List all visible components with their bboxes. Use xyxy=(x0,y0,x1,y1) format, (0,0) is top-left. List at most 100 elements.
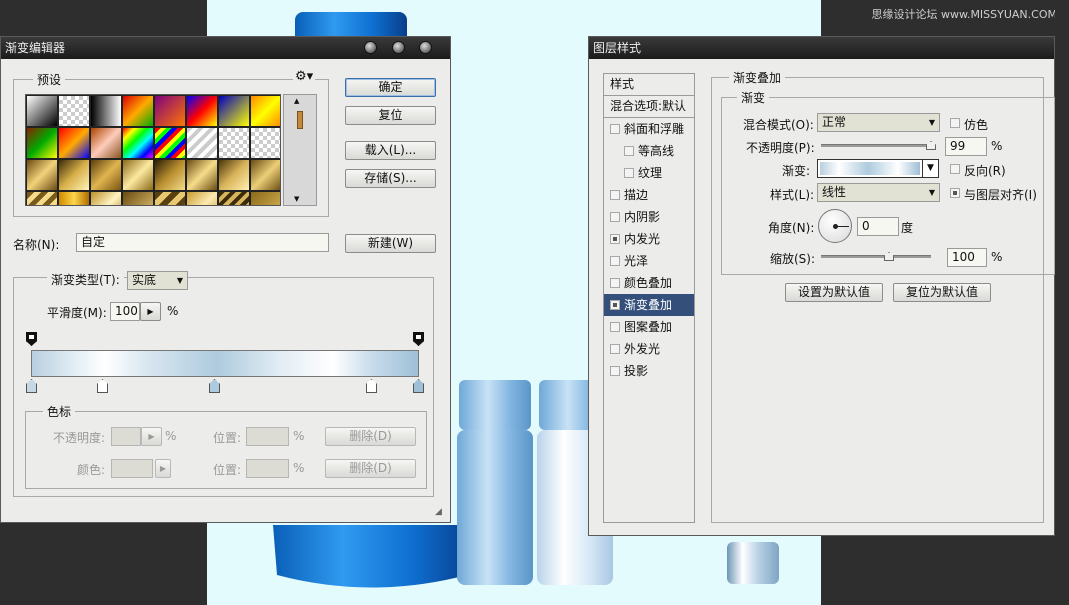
preset-swatch[interactable] xyxy=(26,191,58,205)
resize-grip-icon[interactable]: ◢ xyxy=(435,507,442,517)
preset-swatch[interactable] xyxy=(154,191,186,205)
preset-swatch[interactable] xyxy=(122,159,154,191)
style-item[interactable]: 纹理 xyxy=(604,162,694,184)
style-item[interactable]: 图案叠加 xyxy=(604,316,694,338)
blend-options-item[interactable]: 混合选项:默认 xyxy=(604,96,694,118)
preset-swatch[interactable] xyxy=(250,95,280,127)
opacity-slider[interactable] xyxy=(821,144,931,147)
gradient-dropdown-icon[interactable]: ▼ xyxy=(922,160,938,177)
preset-swatch[interactable] xyxy=(250,127,280,159)
style-item-checkbox[interactable] xyxy=(610,344,620,354)
layer-style-title-bar[interactable]: 图层样式 xyxy=(589,37,1054,59)
smoothness-stepper-icon[interactable]: ▶ xyxy=(140,302,161,321)
preset-swatch[interactable] xyxy=(26,159,58,191)
preset-swatch[interactable] xyxy=(186,159,218,191)
preset-swatch[interactable] xyxy=(218,95,250,127)
blend-mode-select[interactable]: 正常 ▼ xyxy=(817,113,940,132)
reset-button[interactable]: 复位 xyxy=(345,106,436,125)
preset-swatch[interactable] xyxy=(122,95,154,127)
stop-opacity-stepper-icon[interactable]: ▶ xyxy=(141,427,162,446)
angle-input[interactable]: 0 xyxy=(857,217,899,236)
scroll-down-icon[interactable]: ▼ xyxy=(294,195,299,203)
style-item-checkbox[interactable] xyxy=(610,190,620,200)
gradient-type-select[interactable]: 实底 ▼ xyxy=(127,271,188,290)
maximize-icon[interactable] xyxy=(392,41,405,54)
preset-swatch[interactable] xyxy=(218,159,250,191)
preset-swatch[interactable] xyxy=(154,159,186,191)
preset-swatch[interactable] xyxy=(58,191,90,205)
scale-slider[interactable] xyxy=(821,255,931,258)
style-item-checkbox[interactable] xyxy=(610,234,620,244)
gradient-swatch[interactable]: ▼ xyxy=(817,159,939,178)
new-button[interactable]: 新建(W) xyxy=(345,234,436,253)
style-item-checkbox[interactable] xyxy=(610,212,620,222)
preset-swatch[interactable] xyxy=(26,95,58,127)
gradient-editor-title-bar[interactable]: 渐变编辑器 xyxy=(1,37,450,59)
load-button[interactable]: 载入(L)... xyxy=(345,141,436,160)
minimize-icon[interactable] xyxy=(364,41,377,54)
style-item-checkbox[interactable] xyxy=(610,124,620,134)
style-item-checkbox[interactable] xyxy=(624,168,634,178)
preset-swatch[interactable] xyxy=(90,95,122,127)
style-item[interactable]: 内发光 xyxy=(604,228,694,250)
style-item-checkbox[interactable] xyxy=(624,146,634,156)
preset-swatch[interactable] xyxy=(154,127,186,159)
style-item[interactable]: 描边 xyxy=(604,184,694,206)
stop-opacity-location-input[interactable] xyxy=(246,427,289,446)
preset-swatch[interactable] xyxy=(218,191,250,205)
stop-color-swatch[interactable] xyxy=(111,459,153,478)
preset-swatch[interactable] xyxy=(26,127,58,159)
close-icon[interactable] xyxy=(419,41,432,54)
preset-swatch[interactable] xyxy=(250,159,280,191)
style-item[interactable]: 内阴影 xyxy=(604,206,694,228)
style-item-checkbox[interactable] xyxy=(610,300,620,310)
preset-swatch[interactable] xyxy=(90,191,122,205)
delete-color-stop-button[interactable]: 删除(D) xyxy=(325,459,416,478)
preset-swatch[interactable] xyxy=(218,127,250,159)
style-item[interactable]: 渐变叠加 xyxy=(604,294,694,316)
reverse-checkbox[interactable] xyxy=(950,164,960,174)
save-button[interactable]: 存储(S)... xyxy=(345,169,436,188)
stop-color-picker-icon[interactable]: ▶ xyxy=(155,459,171,478)
smoothness-input[interactable]: 100 xyxy=(110,302,140,321)
style-item-checkbox[interactable] xyxy=(610,278,620,288)
preset-swatch[interactable] xyxy=(58,159,90,191)
style-item[interactable]: 投影 xyxy=(604,360,694,382)
set-default-button[interactable]: 设置为默认值 xyxy=(785,283,883,302)
style-select[interactable]: 线性 ▼ xyxy=(817,183,940,202)
style-item[interactable]: 等高线 xyxy=(604,140,694,162)
preset-swatch[interactable] xyxy=(90,159,122,191)
scroll-thumb[interactable] xyxy=(297,111,303,129)
style-item[interactable]: 外发光 xyxy=(604,338,694,360)
preset-swatch[interactable] xyxy=(90,127,122,159)
delete-opacity-stop-button[interactable]: 删除(D) xyxy=(325,427,416,446)
style-item[interactable]: 斜面和浮雕 xyxy=(604,118,694,140)
style-item-checkbox[interactable] xyxy=(610,366,620,376)
name-input[interactable]: 自定 xyxy=(76,233,329,252)
style-item-checkbox[interactable] xyxy=(610,256,620,266)
scale-input[interactable]: 100 xyxy=(947,248,987,267)
angle-dial[interactable] xyxy=(818,209,852,243)
style-item-checkbox[interactable] xyxy=(610,322,620,332)
stop-opacity-input[interactable] xyxy=(111,427,141,446)
dither-checkbox[interactable] xyxy=(950,118,960,128)
preset-swatch[interactable] xyxy=(154,95,186,127)
ok-button[interactable]: 确定 xyxy=(345,78,436,97)
reset-default-button[interactable]: 复位为默认值 xyxy=(893,283,991,302)
preset-swatch[interactable] xyxy=(186,191,218,205)
preset-swatch[interactable] xyxy=(186,95,218,127)
preset-swatch[interactable] xyxy=(122,127,154,159)
align-with-layer-checkbox[interactable] xyxy=(950,188,960,198)
preset-swatch[interactable] xyxy=(250,191,280,205)
gear-icon[interactable]: ⚙▾ xyxy=(293,69,316,84)
gradient-preview-bar[interactable] xyxy=(31,350,419,377)
preset-swatch[interactable] xyxy=(186,127,218,159)
preset-swatch[interactable] xyxy=(122,191,154,205)
style-item[interactable]: 光泽 xyxy=(604,250,694,272)
preset-swatch[interactable] xyxy=(58,95,90,127)
opacity-input[interactable]: 99 xyxy=(945,137,987,156)
stop-color-location-input[interactable] xyxy=(246,459,289,478)
scroll-up-icon[interactable]: ▲ xyxy=(294,97,299,105)
preset-scrollbar[interactable]: ▲ ▼ xyxy=(283,94,317,206)
style-item[interactable]: 颜色叠加 xyxy=(604,272,694,294)
